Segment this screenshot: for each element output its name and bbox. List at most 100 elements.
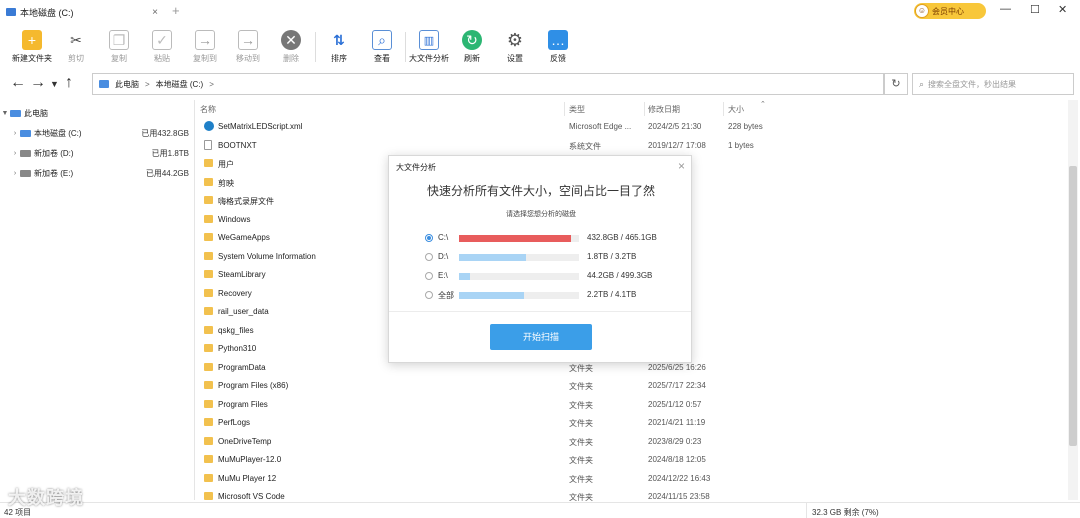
close-icon[interactable]: × [678,159,685,173]
title-bar: 本地磁盘 (C:) × + ☺ 会员中心 — ☐ ✕ [0,0,1080,22]
folder-icon [204,270,213,278]
column-type[interactable]: 类型 [569,104,585,115]
table-row[interactable]: PerfLogs 文件夹 2021/4/21 11:19 [198,414,1068,432]
column-divider[interactable] [644,102,645,116]
radio-button[interactable] [425,291,433,299]
breadcrumb-chevron-icon: > [145,79,150,89]
vip-center-button[interactable]: ☺ 会员中心 [914,3,986,19]
tab-title: 本地磁盘 (C:) [20,7,74,18]
expand-chevron-icon[interactable]: › [10,150,20,157]
minimize-button[interactable]: — [1000,3,1011,15]
drive-usage-value: 44.2GB / 499.3GB [587,271,653,280]
forward-arrow-icon[interactable]: → [30,74,46,92]
file-name: System Volume Information [218,251,316,261]
up-arrow-icon[interactable]: ↑ [65,74,73,92]
drive-option[interactable]: 全部 2.2TB / 4.1TB [425,289,685,303]
address-refresh-icon[interactable]: ↻ [884,73,908,95]
folder-icon [204,288,213,297]
sidebar: ▼ 此电脑 › 本地磁盘 (C:) 已用432.8GB › 新加卷 (D:) 已… [0,100,195,500]
table-row[interactable]: BOOTNXT 系统文件 2019/12/7 17:08 1 bytes [198,137,1068,155]
drive-usage-value: 1.8TB / 3.2TB [587,252,637,261]
move-to-button[interactable]: → 移动到 [228,30,268,64]
radio-button[interactable] [425,272,433,280]
table-row[interactable]: Program Files 文件夹 2025/1/12 0:57 [198,396,1068,414]
usage-bar-fill [459,254,527,261]
sidebar-item-drive-e[interactable]: › 新加卷 (E:) 已用44.2GB [0,164,195,182]
drive-icon [6,8,16,16]
settings-button[interactable]: ⚙ 设置 [495,30,535,64]
file-name: OneDriveTemp [218,436,272,446]
file-type: 文件夹 [569,474,593,484]
column-name[interactable]: 名称 [200,104,216,115]
file-date: 2025/1/12 0:57 [648,399,702,409]
feedback-button[interactable]: … 反馈 [538,30,578,64]
column-date[interactable]: 修改日期 [648,104,680,115]
breadcrumb-current[interactable]: 本地磁盘 (C:) [156,79,204,90]
drive-option[interactable]: C:\ 432.8GB / 465.1GB [425,232,685,246]
tab-local-disk-c[interactable]: 本地磁盘 (C:) × [2,2,164,22]
copy-button[interactable]: ❐ 复制 [99,30,139,64]
delete-button[interactable]: ✕ 删除 [271,30,311,64]
search-input[interactable]: ⌕ 搜索全盘文件，秒出结果 [912,73,1074,95]
table-row[interactable]: MuMuPlayer-12.0 文件夹 2024/8/18 12:05 [198,451,1068,469]
refresh-button[interactable]: ↻ 刷新 [452,30,492,64]
copy-to-button[interactable]: → 复制到 [185,30,225,64]
maximize-button[interactable]: ☐ [1030,3,1040,16]
sidebar-item-this-pc[interactable]: ▼ 此电脑 [0,104,195,122]
file-name: rail_user_data [218,307,269,316]
big-file-label: 大文件分析 [409,54,449,63]
paste-button[interactable]: ✓ 粘贴 [142,30,182,64]
big-file-analysis-button[interactable]: ▥ 大文件分析 [409,30,449,64]
radio-button[interactable] [425,234,433,242]
file-name: MuMuPlayer-12.0 [218,455,282,464]
history-chevron-icon[interactable]: ▼ [50,79,59,89]
table-row[interactable]: SetMatrixLEDScript.xml Microsoft Edge ...… [198,118,1068,136]
file-name: Microsoft VS Code [218,492,285,501]
dialog-headline: 快速分析所有文件大小，空间占比一目了然 [426,184,655,198]
file-type: 文件夹 [569,437,593,447]
tab-close-icon[interactable]: × [152,7,158,18]
column-size[interactable]: 大小 [728,104,744,115]
avatar: ☺ [915,4,929,18]
column-divider[interactable] [564,102,565,116]
drive-label: D:\ [438,252,449,261]
table-row[interactable]: OneDriveTemp 文件夹 2023/8/29 0:23 [198,433,1068,451]
scrollbar-thumb[interactable] [1069,166,1077,446]
folder-icon [204,399,213,408]
sidebar-item-drive-c[interactable]: › 本地磁盘 (C:) 已用432.8GB [0,124,195,142]
chat-icon: … [548,30,568,50]
new-tab-button[interactable]: + [172,3,180,18]
folder-icon [204,159,213,167]
close-window-button[interactable]: ✕ [1058,3,1067,16]
table-row[interactable]: MuMu Player 12 文件夹 2024/12/22 16:43 [198,470,1068,488]
view-button[interactable]: ⌕ 查看 [362,30,402,64]
file-name: Python310 [218,344,257,353]
usage-bar-fill [459,273,470,280]
file-name: 用户 [218,160,234,169]
file-name: MuMu Player 12 [218,473,277,483]
back-arrow-icon[interactable]: ← [10,74,26,92]
start-scan-button[interactable]: 开始扫描 [490,324,592,350]
file-name: Program Files [218,399,268,409]
expand-chevron-icon[interactable]: › [10,170,20,177]
drive-usage: 已用1.8TB [151,148,189,158]
column-divider[interactable] [723,102,724,116]
file-type: 系统文件 [569,141,601,151]
radio-button[interactable] [425,253,433,261]
new-folder-button[interactable]: + 新建文件夹 [12,30,52,64]
expand-chevron-icon[interactable]: ▼ [0,110,10,117]
drive-usage: 已用432.8GB [141,128,189,138]
refresh-icon: ↻ [462,30,482,50]
drive-option[interactable]: D:\ 1.8TB / 3.2TB [425,251,685,265]
address-bar[interactable]: 此电脑 > 本地磁盘 (C:) > [92,73,884,95]
expand-chevron-icon[interactable]: › [10,130,20,137]
breadcrumb-root[interactable]: 此电脑 [115,79,139,90]
file-size: 228 bytes [728,122,763,131]
sidebar-item-drive-d[interactable]: › 新加卷 (D:) 已用1.8TB [0,144,195,162]
sort-button[interactable]: ⇅ 排序 [319,30,359,64]
vertical-scrollbar[interactable] [1068,100,1078,500]
cut-button[interactable]: ✂ 剪切 [56,30,96,64]
table-row[interactable]: Program Files (x86) 文件夹 2025/7/17 22:34 [198,377,1068,395]
paste-icon: ✓ [152,30,172,50]
drive-option[interactable]: E:\ 44.2GB / 499.3GB [425,270,685,284]
